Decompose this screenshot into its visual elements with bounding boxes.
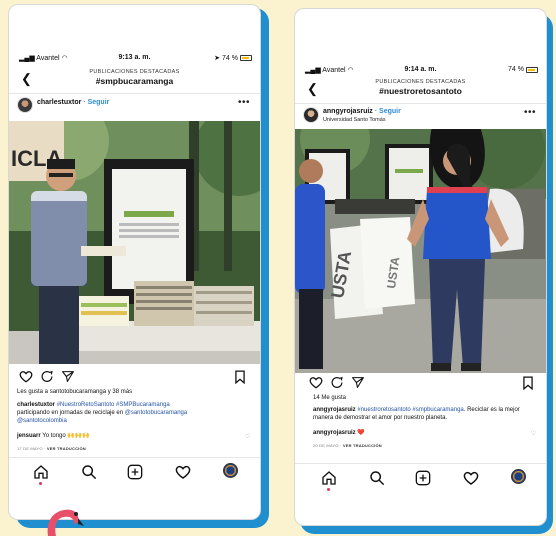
heart-icon[interactable] xyxy=(309,376,323,389)
username[interactable]: charlestuxtor xyxy=(37,99,81,106)
post-actions xyxy=(295,375,546,393)
post-location[interactable]: Universidad Santo Tomás xyxy=(323,117,386,123)
translate-link[interactable]: VER TRADUCCIÓN xyxy=(47,446,86,451)
activity-icon[interactable] xyxy=(463,470,479,486)
header-hashtag: #smpbucaramanga xyxy=(95,76,174,86)
back-icon[interactable]: ❮ xyxy=(21,71,32,87)
bottom-nav xyxy=(9,457,260,487)
add-icon[interactable] xyxy=(127,464,143,480)
post-caption: anngyrojasruiz #nuestroretosantoto #smpb… xyxy=(313,407,530,423)
avatar[interactable] xyxy=(17,97,33,113)
search-icon[interactable] xyxy=(369,470,385,486)
comment-emoji: ❤️ xyxy=(357,430,365,436)
bottom-nav xyxy=(295,463,546,493)
home-indicator xyxy=(39,482,42,485)
likes-text[interactable]: Les gusta a santotobucaramanga y 38 más xyxy=(17,389,252,397)
post-header: anngyrojasruiz · Seguir Universidad Sant… xyxy=(295,105,546,127)
translate-link[interactable]: VER TRADUCCIÓN xyxy=(343,443,382,448)
comment-like-icon[interactable]: ♡ xyxy=(245,433,250,440)
activity-icon[interactable] xyxy=(175,464,191,480)
post-date: 17 DE MAYO xyxy=(17,446,43,451)
caption-hashtags[interactable]: #nuestroretosantoto #smpbucaramanga xyxy=(357,407,463,413)
username[interactable]: anngyrojasruiz xyxy=(323,108,373,115)
battery-status: ➤ 74 % xyxy=(214,54,252,62)
header-subtitle: PUBLICACIONES DESTACADAS xyxy=(375,79,466,85)
follow-button[interactable]: · Seguir xyxy=(375,108,401,115)
back-icon[interactable]: ❮ xyxy=(307,81,318,97)
heart-icon[interactable] xyxy=(19,370,33,383)
comment-username[interactable]: jensuarr xyxy=(17,433,41,439)
mention-link[interactable]: @santotobucaramanga xyxy=(125,410,187,416)
comment: jensuarr Yo tongo 🙌🙌🙌 xyxy=(17,433,252,441)
comment-username[interactable]: anngyrojasruiz xyxy=(313,430,356,436)
follow-button[interactable]: · Seguir xyxy=(83,99,109,106)
share-icon[interactable] xyxy=(351,376,365,389)
bookmark-icon[interactable] xyxy=(522,376,534,390)
post-actions xyxy=(9,369,260,387)
more-options-icon[interactable]: ••• xyxy=(524,107,536,118)
status-bar: ▂▄▆ Avantel ◠ 9:14 a. m. 74 % xyxy=(295,63,546,77)
post-photo[interactable]: USTA USTA xyxy=(295,129,546,373)
comment-text: Yo tongo xyxy=(42,433,66,439)
recycling-photo-2: USTA USTA xyxy=(295,129,546,373)
comment-icon[interactable] xyxy=(330,376,344,389)
comment-emoji: 🙌🙌🙌 xyxy=(67,433,90,439)
caption-username[interactable]: anngyrojasruiz xyxy=(313,407,356,413)
home-icon[interactable] xyxy=(321,470,337,486)
comment: anngyrojasruiz ❤️ xyxy=(313,430,538,438)
page-header: ❮ PUBLICACIONES DESTACADAS #smpbucaraman… xyxy=(9,67,260,93)
post-date: 20 DE MAYO xyxy=(313,443,339,448)
status-bar: ▂▄▆ Avantel ◠ 9:13 a. m. ➤ 74 % xyxy=(9,51,260,65)
recycling-photo-1: ICLA xyxy=(9,121,260,364)
header-hashtag: #nuestroretosantoto xyxy=(379,86,462,96)
phone-left: ▂▄▆ Avantel ◠ 9:13 a. m. ➤ 74 % ❮ PUBLIC… xyxy=(8,4,261,520)
home-icon[interactable] xyxy=(33,464,49,480)
caption-username[interactable]: charlestuxtor xyxy=(17,402,55,408)
caption-text: participando en jornadas de reciclaje en xyxy=(17,409,124,416)
post-header: charlestuxtor · Seguir ••• xyxy=(9,95,260,117)
page-header: ❮ PUBLICACIONES DESTACADAS #nuestroretos… xyxy=(295,77,546,103)
post-meta: 20 DE MAYO · VER TRADUCCIÓN xyxy=(313,443,382,448)
flamingo-icon xyxy=(47,509,84,536)
mention-link[interactable]: @santotocolombia xyxy=(17,418,67,424)
more-options-icon[interactable]: ••• xyxy=(238,97,250,108)
add-icon[interactable] xyxy=(415,470,431,486)
caption-hashtags[interactable]: #NuestroRetoSantoto #SMPBucaramanga xyxy=(57,402,170,408)
profile-icon[interactable] xyxy=(511,469,526,484)
avatar[interactable] xyxy=(303,107,319,123)
comment-like-icon[interactable]: ♡ xyxy=(531,430,536,437)
post-meta: 17 DE MAYO · VER TRADUCCIÓN xyxy=(17,446,86,451)
comment-icon[interactable] xyxy=(40,370,54,383)
battery-status: 74 % xyxy=(508,66,538,73)
header-subtitle: PUBLICACIONES DESTACADAS xyxy=(89,69,180,75)
phone-right: ▂▄▆ Avantel ◠ 9:14 a. m. 74 % ❮ PUBLICAC… xyxy=(294,8,547,526)
share-icon[interactable] xyxy=(61,370,75,383)
bookmark-icon[interactable] xyxy=(234,370,246,384)
post-caption: charlestuxtor #NuestroRetoSantoto #SMPBu… xyxy=(17,402,252,426)
search-icon[interactable] xyxy=(81,464,97,480)
profile-icon[interactable] xyxy=(223,463,238,478)
post-photo[interactable]: ICLA xyxy=(9,121,260,364)
likes-text[interactable]: 14 Me gusta xyxy=(313,395,538,403)
home-indicator xyxy=(327,488,330,491)
